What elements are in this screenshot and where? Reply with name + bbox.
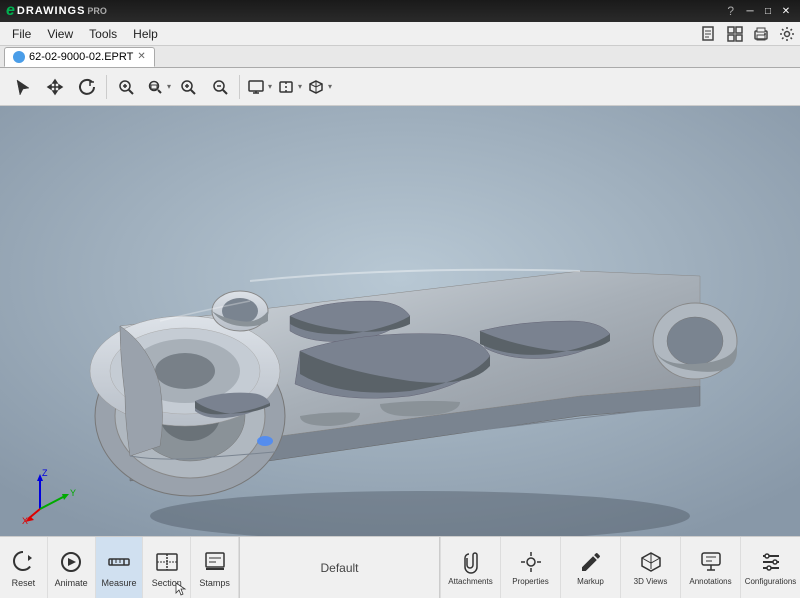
annotations-icon xyxy=(697,548,725,576)
menu-file[interactable]: File xyxy=(4,25,39,43)
axis-indicator: Z Y X xyxy=(20,464,80,524)
configurations-button[interactable]: Configurations xyxy=(740,537,800,598)
3d-views-icon xyxy=(637,548,665,576)
configurations-icon xyxy=(757,548,785,576)
3d-part-view xyxy=(0,106,800,536)
close-button[interactable]: ✕ xyxy=(778,4,794,18)
bottom-center: Default xyxy=(240,537,439,598)
section-label: Section xyxy=(152,579,182,589)
measure-label: Measure xyxy=(101,579,136,589)
reset-label: Reset xyxy=(12,579,36,589)
title-bar-controls: ? ─ □ ✕ xyxy=(727,4,794,18)
attachments-button[interactable]: Attachments xyxy=(440,537,500,598)
separator-2 xyxy=(239,75,240,99)
attachments-label: Attachments xyxy=(448,578,492,587)
properties-label: Properties xyxy=(512,578,548,587)
title-bar-left: e DRAWINGS PRO xyxy=(6,3,107,19)
animate-icon xyxy=(56,547,86,577)
view-name-label: Default xyxy=(320,561,358,575)
tab-eprt[interactable]: 62-02-9000-02.EPRT ✕ xyxy=(4,47,155,67)
svg-text:Y: Y xyxy=(70,488,76,498)
section-view-button[interactable]: ▾ xyxy=(274,72,302,102)
menu-bar: File View Tools Help xyxy=(0,22,800,46)
tab-label: 62-02-9000-02.EPRT xyxy=(29,51,133,63)
tab-file-icon xyxy=(13,51,25,63)
svg-text:X: X xyxy=(22,516,28,524)
measure-button[interactable]: Measure xyxy=(96,537,144,598)
stamps-button[interactable]: Stamps xyxy=(191,537,239,598)
bottom-left-buttons: Reset Animate Measure Section xyxy=(0,537,240,598)
markup-button[interactable]: Markup xyxy=(560,537,620,598)
reset-button[interactable]: Reset xyxy=(0,537,48,598)
zoom-area-button[interactable]: ▾ xyxy=(143,72,171,102)
title-bar: e DRAWINGS PRO ? ─ □ ✕ xyxy=(0,0,800,22)
app-logo: e DRAWINGS PRO xyxy=(6,3,107,19)
bottom-toolbar: Reset Animate Measure Section xyxy=(0,536,800,598)
display-mode-button[interactable]: ▾ xyxy=(244,72,272,102)
menu-icons xyxy=(700,25,796,43)
3d-views-button[interactable]: 3D Views xyxy=(620,537,680,598)
viewport[interactable]: Z Y X xyxy=(0,106,800,536)
stamps-icon xyxy=(200,547,230,577)
markup-icon xyxy=(577,548,605,576)
rotate-button[interactable] xyxy=(72,72,102,102)
maximize-button[interactable]: □ xyxy=(760,4,776,18)
logo-text: DRAWINGS xyxy=(17,5,86,17)
tab-close-button[interactable]: ✕ xyxy=(137,52,145,62)
menu-view[interactable]: View xyxy=(39,25,81,43)
move-button[interactable] xyxy=(40,72,70,102)
page-icon[interactable] xyxy=(700,25,718,43)
tab-bar: 62-02-9000-02.EPRT ✕ xyxy=(0,46,800,68)
configurations-label: Configurations xyxy=(745,578,797,587)
toolbar: ▾ ▾ ▾ ▾ xyxy=(0,68,800,106)
gear-icon[interactable] xyxy=(778,25,796,43)
logo-pro: PRO xyxy=(87,6,107,16)
svg-text:Z: Z xyxy=(42,468,48,478)
markup-label: Markup xyxy=(577,578,604,587)
properties-button[interactable]: Properties xyxy=(500,537,560,598)
select-button[interactable] xyxy=(8,72,38,102)
bottom-right-buttons: Attachments Properties Markup 3D Views xyxy=(439,537,800,598)
view-cube-button[interactable]: ▾ xyxy=(304,72,332,102)
zoom-to-fit-button[interactable] xyxy=(111,72,141,102)
annotations-label: Annotations xyxy=(689,578,731,587)
annotations-button[interactable]: Annotations xyxy=(680,537,740,598)
animate-button[interactable]: Animate xyxy=(48,537,96,598)
animate-label: Animate xyxy=(55,579,88,589)
logo-e-letter: e xyxy=(6,3,15,19)
minimize-button[interactable]: ─ xyxy=(742,4,758,18)
stamps-label: Stamps xyxy=(199,579,230,589)
grid-icon[interactable] xyxy=(726,25,744,43)
menu-tools[interactable]: Tools xyxy=(81,25,125,43)
properties-icon xyxy=(517,548,545,576)
zoom-out-button[interactable] xyxy=(205,72,235,102)
section-button[interactable]: Section xyxy=(143,537,191,598)
help-question: ? xyxy=(727,4,734,18)
separator-1 xyxy=(106,75,107,99)
zoom-in-button[interactable] xyxy=(173,72,203,102)
measure-icon xyxy=(104,547,134,577)
menu-help[interactable]: Help xyxy=(125,25,166,43)
section-icon xyxy=(152,547,182,577)
reset-icon xyxy=(8,547,38,577)
print-icon[interactable] xyxy=(752,25,770,43)
3d-views-label: 3D Views xyxy=(634,578,668,587)
attachments-icon xyxy=(457,548,485,576)
